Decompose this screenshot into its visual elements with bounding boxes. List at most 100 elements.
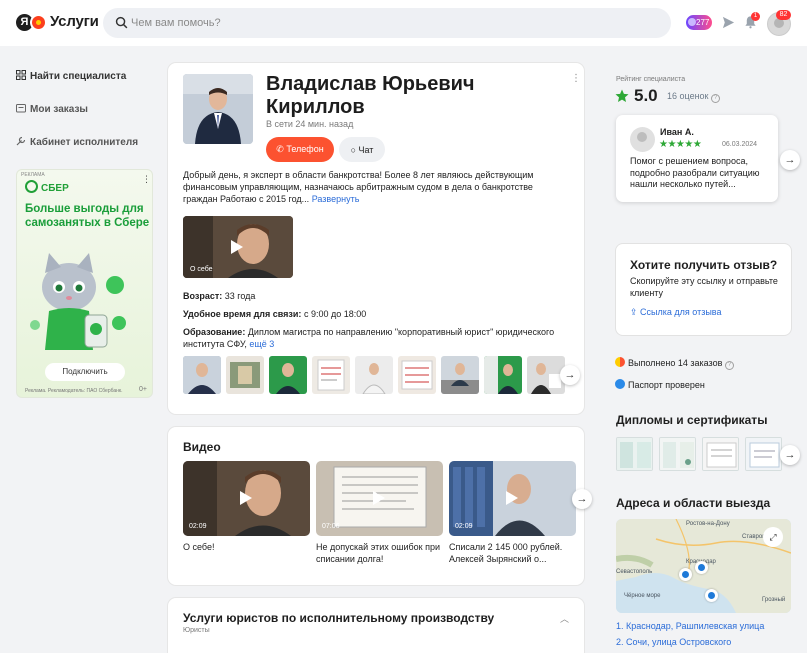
address-link[interactable]: 2. Сочи, улица Островского — [616, 637, 731, 647]
age-value: 33 года — [224, 291, 256, 301]
ad-connect-button[interactable]: Подключить — [45, 363, 125, 381]
review-stars: ★★★★★ — [659, 139, 702, 150]
search-bar[interactable] — [103, 8, 671, 38]
expand-map-icon[interactable]: ⤢ — [763, 527, 783, 547]
profile-photo[interactable] — [183, 74, 253, 144]
rating-count-text: 16 оценок — [667, 91, 709, 101]
ad-menu-icon[interactable]: ⋮ — [142, 174, 151, 185]
contact-time-field: Удобное время для связи: с 9:00 до 18:00 — [183, 308, 568, 320]
edu-label: Образование: — [183, 327, 246, 337]
intro-video[interactable]: О себе — [183, 216, 293, 278]
wrench-icon — [16, 136, 26, 146]
map-pin-icon[interactable] — [695, 561, 708, 574]
service-name[interactable]: Услуги — [50, 13, 99, 30]
review-text: Помог с решением вопроса, подробно разоб… — [630, 156, 760, 189]
video-title[interactable]: Не допускай этих ошибок при списании дол… — [316, 541, 443, 565]
certificates-next-arrow-icon[interactable]: → — [780, 445, 800, 465]
sidebar-item-find-specialist[interactable]: Найти специалиста — [16, 70, 126, 86]
video-section-title: Видео — [183, 440, 221, 454]
ad-disclaimer: Реклама. Рекламодатель: ПАО Сбербанк. — [25, 388, 123, 394]
address-link[interactable]: 1. Краснодар, Рашпилевская улица — [616, 621, 764, 631]
video-card[interactable]: 02:09 — [183, 461, 310, 536]
play-icon — [506, 491, 518, 505]
top-header: Я Услуги 277 1 82 — [0, 0, 807, 46]
passport-text: Паспорт проверен — [628, 380, 705, 390]
gallery-thumb[interactable] — [183, 356, 221, 394]
ad-label: РЕКЛАМА — [21, 172, 45, 178]
certificate-image — [660, 438, 695, 470]
logo-dot-icon — [30, 14, 47, 31]
services-card — [168, 598, 584, 653]
edu-more-link[interactable]: ещё 3 — [249, 339, 274, 349]
gallery-thumb[interactable] — [398, 356, 436, 394]
review-date: 06.03.2024 — [722, 141, 758, 148]
map-pin-icon[interactable] — [679, 568, 692, 581]
education-field: Образование: Диплом магистра по направле… — [183, 326, 568, 350]
profile-photo-image — [183, 74, 253, 144]
search-icon — [115, 16, 128, 29]
chat-button[interactable]: ○ Чат — [339, 137, 385, 162]
chevron-up-icon[interactable]: ︿ — [560, 612, 569, 625]
services-subtitle: Юристы — [183, 627, 210, 634]
certificate-image — [617, 438, 652, 470]
feedback-text: Скопируйте эту ссылку и отправьте клиент… — [630, 276, 778, 298]
video-card[interactable]: 02:09 — [449, 461, 576, 536]
certificates-title: Дипломы и сертификаты — [616, 413, 768, 427]
orders-icon — [16, 104, 26, 113]
feedback-link[interactable]: ⇪ Ссылка для отзыва — [630, 307, 722, 318]
more-options-icon[interactable]: ⋮ — [571, 73, 581, 84]
coins-badge[interactable]: 277 — [686, 15, 712, 30]
chat-icon: ○ — [350, 144, 359, 155]
play-icon — [373, 491, 385, 505]
grid-icon — [16, 70, 26, 80]
notification-badge: 1 — [751, 12, 760, 21]
reviews-next-arrow-icon[interactable]: → — [780, 150, 800, 170]
services-title[interactable]: Услуги юристов по исполнительному произв… — [183, 611, 494, 625]
video-card[interactable]: 07:06 — [316, 461, 443, 536]
info-icon[interactable]: ? — [724, 361, 734, 370]
sidebar-item-label: Мои заказы — [30, 104, 88, 115]
chat-label: Чат — [358, 144, 374, 155]
gallery-thumb[interactable] — [441, 356, 479, 394]
gallery-thumb[interactable] — [484, 356, 522, 394]
certificate-thumb[interactable] — [616, 437, 653, 471]
gallery-thumb[interactable] — [226, 356, 264, 394]
certificate-thumb[interactable] — [702, 437, 739, 471]
reviewer-avatar — [630, 127, 655, 152]
orders-icon — [615, 357, 625, 367]
phone-button[interactable]: ✆ Телефон — [266, 137, 334, 162]
map-label: Грозный — [762, 597, 786, 603]
video-title[interactable]: О себе! — [183, 541, 310, 553]
search-input[interactable] — [131, 8, 651, 38]
video-duration: 02:09 — [189, 523, 207, 530]
certificate-image — [703, 438, 738, 470]
send-icon[interactable] — [722, 16, 735, 29]
sidebar-item-my-orders[interactable]: Мои заказы — [16, 103, 88, 119]
passport-stat: Паспорт проверен — [615, 379, 705, 390]
play-icon — [240, 491, 252, 505]
certificate-thumb[interactable] — [745, 437, 782, 471]
sidebar-item-label: Найти специалиста — [30, 71, 127, 82]
expand-link[interactable]: Развернуть — [312, 194, 360, 204]
gallery-thumb[interactable] — [312, 356, 350, 394]
gallery-thumb[interactable] — [269, 356, 307, 394]
thumb-image — [398, 356, 436, 394]
video-duration: 02:09 — [455, 523, 473, 530]
rating-value: 5.0 — [634, 86, 658, 105]
thumb-image — [269, 356, 307, 394]
videos-next-arrow-icon[interactable]: → — [572, 489, 592, 509]
map-label: Севастополь — [616, 569, 653, 575]
certificate-thumb[interactable] — [659, 437, 696, 471]
info-icon[interactable]: ? — [711, 94, 721, 103]
thumb-image — [226, 356, 264, 394]
sber-ad-banner[interactable]: РЕКЛАМА ⋮ СБЕР Больше выгоды для самозан… — [16, 169, 153, 398]
phone-icon: ✆ — [276, 144, 287, 154]
map-pin-icon[interactable] — [705, 589, 718, 602]
gallery-thumb[interactable] — [355, 356, 393, 394]
rating-count[interactable]: 16 оценок ? — [667, 91, 721, 103]
gallery-next-arrow-icon[interactable]: → — [560, 365, 580, 385]
reviewer-name: Иван А. — [660, 127, 694, 137]
thumb-image — [355, 356, 393, 394]
video-title[interactable]: Списали 2 145 000 рублей. Алексей Зырянс… — [449, 541, 576, 565]
sidebar-item-executor-cabinet[interactable]: Кабинет исполнителя — [16, 136, 138, 152]
